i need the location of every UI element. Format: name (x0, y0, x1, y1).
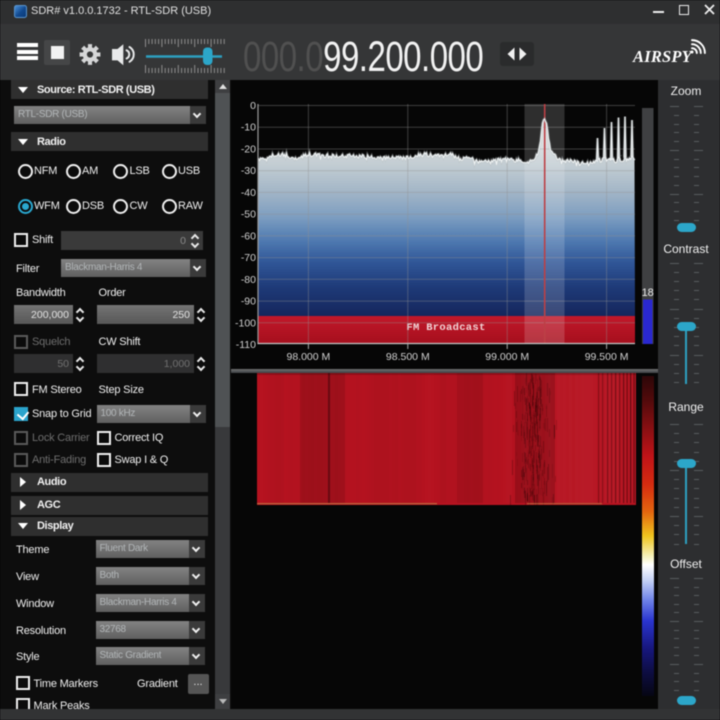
svg-text:-100: -100 (235, 317, 256, 329)
svg-text:0: 0 (250, 100, 256, 112)
svg-text:98.000 M: 98.000 M (287, 351, 331, 363)
svg-text:-20: -20 (241, 144, 256, 156)
svg-text:98.500 M: 98.500 M (386, 351, 430, 363)
svg-text:-10: -10 (241, 122, 256, 134)
svg-text:-90: -90 (241, 296, 256, 308)
svg-text:-110: -110 (236, 339, 256, 351)
svg-text:-40: -40 (241, 187, 256, 199)
svg-text:FM Broadcast: FM Broadcast (406, 322, 485, 334)
svg-text:99.500 M: 99.500 M (585, 351, 629, 363)
svg-text:-50: -50 (241, 209, 256, 221)
svg-text:-60: -60 (241, 230, 256, 242)
svg-text:-80: -80 (241, 274, 256, 286)
svg-text:18: 18 (642, 287, 654, 299)
svg-text:-70: -70 (241, 252, 256, 264)
svg-text:99.000 M: 99.000 M (485, 351, 529, 363)
svg-text:-30: -30 (241, 165, 256, 177)
